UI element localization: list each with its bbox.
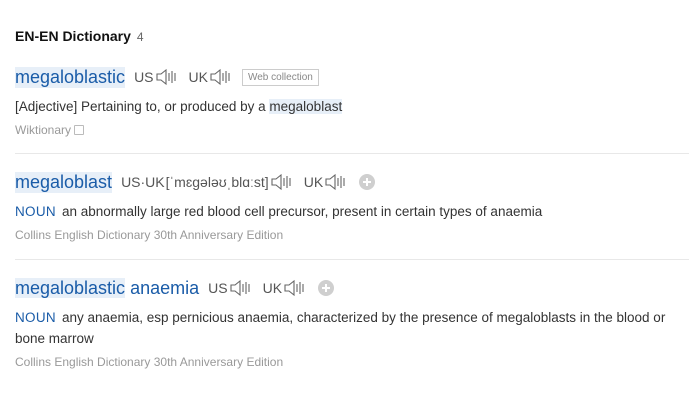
- source-attribution: Wiktionary: [15, 123, 689, 137]
- speaker-icon[interactable]: [210, 68, 234, 86]
- definition: NOUN an abnormally large red blood cell p…: [15, 201, 689, 222]
- definition-text: [Adjective] Pertaining to, or produced b…: [15, 99, 270, 114]
- divider: [15, 153, 689, 154]
- definition-link[interactable]: megaloblast: [269, 99, 343, 114]
- add-to-wordbook-icon[interactable]: [359, 174, 376, 190]
- pronunciation-uk: UK: [263, 279, 308, 297]
- external-link-icon[interactable]: [74, 125, 85, 135]
- source-attribution: Collins English Dictionary 30th Annivers…: [15, 228, 689, 242]
- speaker-icon[interactable]: [325, 173, 349, 191]
- speaker-icon[interactable]: [271, 173, 295, 191]
- result-count: 4: [136, 30, 144, 44]
- headword-highlight: megaloblastic: [15, 277, 126, 298]
- pronunciation-uk: UK: [304, 173, 349, 191]
- us-label: US: [134, 69, 154, 85]
- add-to-wordbook-icon[interactable]: [318, 280, 335, 296]
- headword[interactable]: megaloblastic anaemia: [15, 277, 200, 299]
- uk-label: UK: [188, 69, 208, 85]
- headword-rest: anaemia: [125, 277, 200, 298]
- headword[interactable]: megaloblastic: [15, 66, 126, 88]
- speaker-icon[interactable]: [155, 68, 180, 86]
- dictionary-entry: megaloblastic anaemia US UK NOUN any anae…: [15, 276, 689, 369]
- definition: [Adjective] Pertaining to, or produced b…: [15, 96, 689, 117]
- us-label: US: [208, 280, 228, 296]
- uk-label: UK: [262, 280, 283, 296]
- ipa-transcription: [ˈmɛɡələʊˌblɑːst]: [165, 174, 269, 190]
- divider: [15, 259, 689, 260]
- source-name: Collins English Dictionary 30th Annivers…: [15, 228, 284, 242]
- definition-text: an abnormally large red blood cell precu…: [61, 204, 543, 219]
- pronunciation-uk: UK: [189, 68, 234, 86]
- dictionary-entry: megaloblast US·UK [ˈmɛɡələʊˌblɑːst] UK N…: [15, 170, 689, 242]
- source-attribution: Collins English Dictionary 30th Annivers…: [15, 355, 689, 369]
- pronunciation-us: US: [208, 279, 253, 297]
- definition-text: any anaemia, esp pernicious anaemia, cha…: [15, 310, 666, 346]
- source-tag: Web collection: [241, 68, 319, 86]
- section-title: EN-EN Dictionary: [15, 28, 131, 44]
- pronunciation-us: US: [134, 68, 179, 86]
- uk-label: UK: [303, 174, 324, 190]
- part-of-speech: NOUN: [15, 204, 56, 219]
- speaker-icon[interactable]: [230, 279, 254, 297]
- source-name[interactable]: Wiktionary: [15, 123, 71, 137]
- definition: NOUN any anaemia, esp pernicious anaemia,…: [15, 307, 689, 349]
- source-name: Collins English Dictionary 30th Annivers…: [15, 355, 284, 369]
- pronunciation-us-uk: US·UK [ˈmɛɡələʊˌblɑːst]: [121, 173, 295, 191]
- part-of-speech: NOUN: [15, 310, 56, 325]
- headword[interactable]: megaloblast: [15, 171, 113, 193]
- us-uk-label: US·UK: [121, 174, 165, 190]
- section-header: EN-EN Dictionary 4: [15, 28, 144, 44]
- speaker-icon[interactable]: [284, 279, 308, 297]
- dictionary-entry: megaloblastic US UK Web collection [Adje…: [15, 65, 689, 137]
